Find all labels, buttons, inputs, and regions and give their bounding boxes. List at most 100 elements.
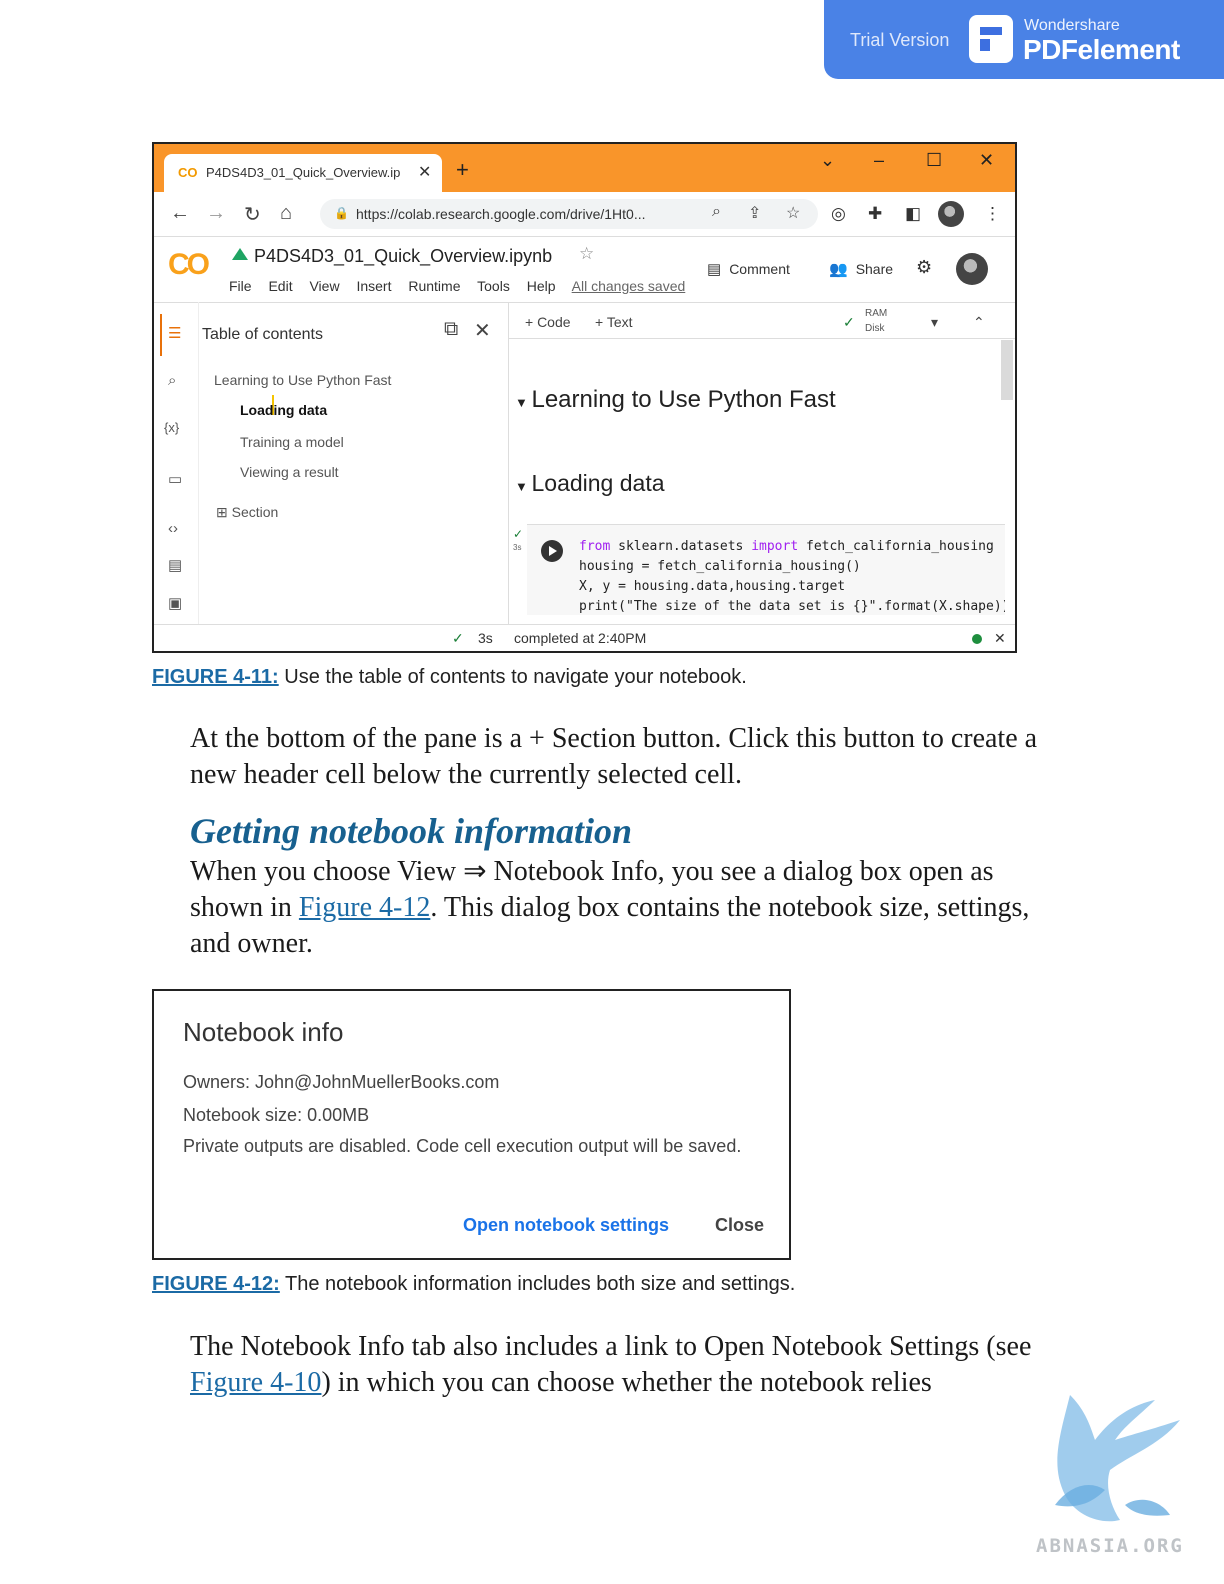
- figure-4-12-dialog: Notebook info Owners: John@JohnMuellerBo…: [152, 989, 791, 1260]
- share-label: Share: [855, 261, 894, 277]
- add-text-button[interactable]: + Text: [595, 314, 633, 330]
- ram-disk-indicator[interactable]: RAM Disk: [865, 306, 887, 336]
- heading-learning[interactable]: ▼ Learning to Use Python Fast: [515, 386, 836, 414]
- terminal-icon[interactable]: ▣: [168, 594, 182, 612]
- address-bar-row: ← → ↻ ⌂ 🔒 https://colab.research.google.…: [154, 192, 1015, 237]
- figure-4-12-label[interactable]: FIGURE 4-12:: [152, 1273, 280, 1295]
- connected-check-icon: ✓: [843, 314, 855, 330]
- menu-tools[interactable]: Tools: [477, 278, 510, 294]
- disk-label: Disk: [865, 323, 885, 334]
- profile-avatar[interactable]: [938, 201, 964, 227]
- owners-text: Owners: John@JohnMuellerBooks.com: [183, 1072, 500, 1092]
- colab-header: CO P4DS4D3_01_Quick_Overview.ipynb ☆ Fil…: [154, 236, 1015, 303]
- code-snippets-icon[interactable]: ‹›: [168, 520, 178, 537]
- figure-4-11-caption-text: Use the table of contents to navigate yo…: [278, 666, 747, 688]
- table-of-contents-pane: Table of contents ⧉ ✕ Learning to Use Py…: [198, 302, 509, 624]
- toc-item-loading-data[interactable]: Loading data: [240, 402, 327, 418]
- share-page-icon[interactable]: ⇪: [748, 203, 761, 223]
- lock-icon: 🔒: [334, 206, 349, 220]
- figure-4-11-label[interactable]: FIGURE 4-11:: [152, 666, 279, 688]
- home-icon[interactable]: ⌂: [280, 202, 292, 225]
- menu-file[interactable]: File: [229, 278, 252, 294]
- run-cell-icon[interactable]: [541, 540, 563, 562]
- command-palette-icon[interactable]: ▤: [168, 556, 182, 574]
- reload-icon[interactable]: ↻: [244, 202, 261, 227]
- menu-help[interactable]: Help: [527, 278, 556, 294]
- variables-icon[interactable]: {x}: [164, 420, 179, 435]
- figure-4-12-link[interactable]: Figure 4-12: [299, 892, 430, 923]
- dialog-title: Notebook info: [183, 1017, 344, 1047]
- share-button[interactable]: 👥 Share: [829, 260, 893, 278]
- status-bar: ✓ 3s completed at 2:40PM ✕: [154, 624, 1015, 651]
- open-in-tab-icon[interactable]: ⧉: [444, 318, 458, 341]
- pdfelement-logo-icon: [969, 15, 1013, 63]
- trial-version-banner[interactable]: Trial Version Wondershare PDFelement: [824, 0, 1224, 79]
- menu-runtime[interactable]: Runtime: [408, 278, 460, 294]
- heading-learning-text: Learning to Use Python Fast: [531, 386, 836, 413]
- trial-version-text: Trial Version: [850, 30, 950, 50]
- plus-box-icon: ⊞: [216, 504, 232, 520]
- toc-item-viewing[interactable]: Viewing a result: [240, 464, 339, 480]
- chevron-down-icon[interactable]: ⌄: [820, 150, 835, 171]
- browser-tab-bar: CO P4DS4D3_01_Quick_Overview.ip ✕ + ⌄ – …: [154, 144, 1015, 192]
- puzzle-icon[interactable]: ✚: [868, 204, 882, 224]
- status-close-icon[interactable]: ✕: [994, 630, 1006, 647]
- add-section-button[interactable]: ⊞ Section: [216, 504, 278, 521]
- minimize-icon[interactable]: –: [874, 150, 884, 171]
- notebook-toolbar: + Code + Text ✓ RAM Disk ▾ ⌃: [509, 302, 1015, 339]
- toc-item-learning[interactable]: Learning to Use Python Fast: [214, 372, 391, 388]
- code-line-3: X, y = housing.data,housing.target: [579, 579, 846, 594]
- side-panel-icon[interactable]: ◧: [905, 204, 921, 224]
- folder-icon[interactable]: ▭: [168, 470, 182, 488]
- close-pane-icon[interactable]: ✕: [474, 318, 491, 343]
- collapse-triangle-icon[interactable]: ▼: [515, 479, 531, 494]
- code-line-2: housing = fetch_california_housing(): [579, 559, 861, 574]
- kebab-menu-icon[interactable]: ⋮: [984, 204, 1001, 224]
- people-icon: 👥: [829, 261, 848, 278]
- runtime-dropdown-icon[interactable]: ▾: [931, 314, 938, 331]
- add-code-button[interactable]: + Code: [525, 314, 571, 330]
- paragraph-section-button: At the bottom of the pane is a + Section…: [190, 723, 1038, 790]
- code-text[interactable]: from sklearn.datasets import fetch_calif…: [579, 537, 1005, 615]
- open-notebook-settings-button[interactable]: Open notebook settings: [463, 1215, 669, 1236]
- code-cell[interactable]: from sklearn.datasets import fetch_calif…: [527, 524, 1005, 615]
- menu-edit[interactable]: Edit: [268, 278, 292, 294]
- close-window-icon[interactable]: ✕: [979, 150, 994, 171]
- menu-bar: File Edit View Insert Runtime Tools Help…: [229, 278, 698, 294]
- toc-item-training[interactable]: Training a model: [240, 434, 344, 450]
- left-sidebar: ☰ ⌕ {x} ▭ ‹› ▤ ▣: [154, 302, 199, 624]
- close-tab-icon[interactable]: ✕: [418, 162, 431, 182]
- collapse-triangle-icon[interactable]: ▼: [515, 395, 531, 410]
- star-icon[interactable]: ☆: [579, 244, 594, 264]
- close-button[interactable]: Close: [715, 1215, 764, 1236]
- menu-insert[interactable]: Insert: [356, 278, 391, 294]
- paragraph-view-notebook-info: When you choose View ⇒ Notebook Info, yo…: [190, 854, 1070, 962]
- comment-button[interactable]: ▤ Comment: [707, 260, 790, 278]
- abnasia-watermark: ABNASIA.ORG: [1030, 1385, 1210, 1575]
- tab-title: P4DS4D3_01_Quick_Overview.ip: [206, 165, 401, 180]
- forward-icon[interactable]: →: [206, 202, 226, 225]
- search-icon[interactable]: ⌕: [168, 372, 176, 389]
- maximize-icon[interactable]: ☐: [926, 150, 942, 171]
- status-text: completed at 2:40PM: [514, 630, 647, 646]
- brand-name-text: PDFelement: [1023, 34, 1180, 65]
- figure-4-10-link[interactable]: Figure 4-10: [190, 1367, 321, 1398]
- heading-loading-data[interactable]: ▼ Loading data: [515, 470, 665, 497]
- toc-list-icon[interactable]: ☰: [168, 324, 181, 342]
- watermark-text: ABNASIA.ORG: [1036, 1535, 1184, 1557]
- collapse-chevron-up-icon[interactable]: ⌃: [973, 314, 985, 331]
- url-field[interactable]: 🔒 https://colab.research.google.com/driv…: [320, 199, 818, 229]
- all-changes-saved-link[interactable]: All changes saved: [572, 278, 686, 294]
- menu-view[interactable]: View: [309, 278, 339, 294]
- browser-tab[interactable]: CO P4DS4D3_01_Quick_Overview.ip ✕: [164, 154, 442, 192]
- notebook-name[interactable]: P4DS4D3_01_Quick_Overview.ipynb: [254, 246, 552, 267]
- user-avatar[interactable]: [956, 253, 988, 285]
- settings-gear-icon[interactable]: ⚙: [916, 257, 932, 278]
- extension-icon[interactable]: ◎: [831, 204, 846, 224]
- zoom-icon[interactable]: ⌕: [712, 203, 721, 221]
- bookmark-star-icon[interactable]: ☆: [786, 203, 800, 223]
- scrollbar[interactable]: [1001, 340, 1013, 400]
- griffin-logo-icon: [1055, 1395, 1180, 1522]
- new-tab-icon[interactable]: +: [456, 157, 469, 183]
- back-icon[interactable]: ←: [170, 202, 190, 225]
